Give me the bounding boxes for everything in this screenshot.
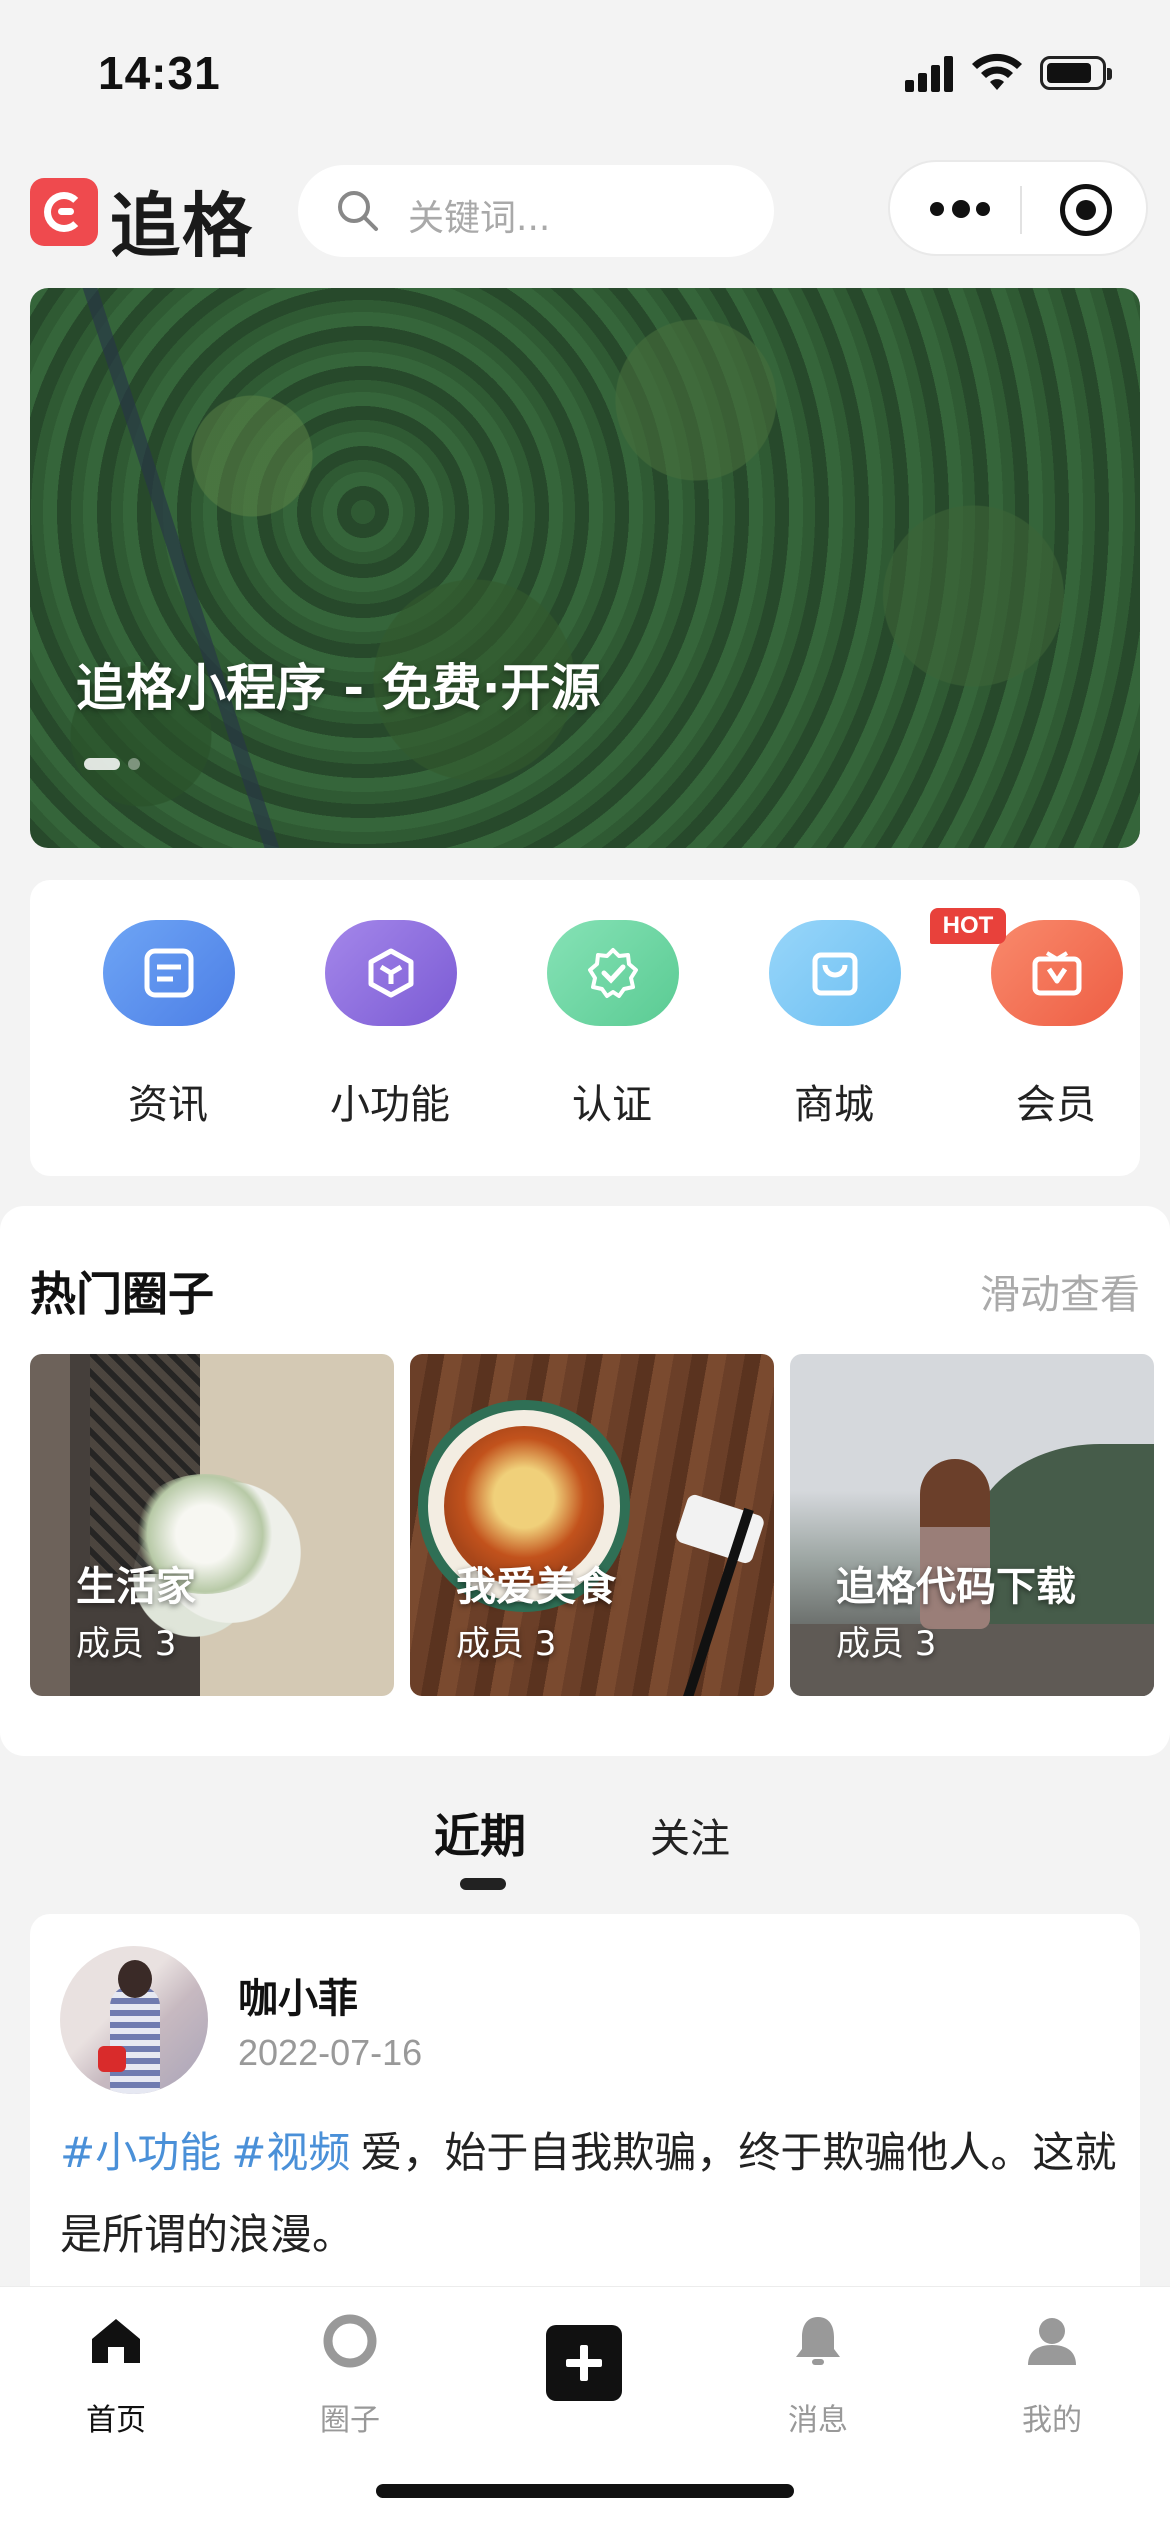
post-author[interactable]: 咖小菲 [238,1966,358,2024]
wifi-icon [972,53,1022,90]
circle-members: 成员 3 [456,1624,557,1664]
circle-members: 成员 3 [836,1624,937,1664]
signal-icon [905,56,957,92]
hot-circles-section: 热门圈子 滑动查看 生活家 成员 3 我爱美食 成员 3 追格代码下载 成员 3 [0,1206,1170,1756]
banner-carousel[interactable]: 追格小程序 - 免费·开源 [30,288,1140,848]
status-bar: 14:31 [0,0,1170,150]
card-image-hill [970,1444,1154,1644]
nav-label: 首页 [86,2403,146,2438]
post-date: 2022-07-16 [238,2032,423,2073]
avatar[interactable] [60,1946,208,2094]
quick-item-news[interactable]: 资讯 [68,920,268,1140]
tab-active-indicator [460,1878,506,1890]
nav-label: 消息 [788,2403,848,2438]
feed-tabs: 近期 关注 [0,1790,1170,1890]
nav-home[interactable]: 首页 [36,2313,196,2438]
app-logo-icon [30,178,98,246]
more-menu-icon[interactable] [930,200,990,218]
vip-card-icon [991,920,1123,1026]
circle-card-food[interactable]: 我爱美食 成员 3 [410,1354,774,1696]
circle-name: 生活家 [76,1564,196,1610]
user-icon [1028,2318,1076,2365]
verified-badge-icon [547,920,679,1026]
home-indicator [376,2484,794,2498]
circle-members: 成员 3 [76,1624,177,1664]
nav-label: 我的 [1022,2403,1082,2438]
avatar-head [118,1960,152,1998]
nav-label: 圈子 [320,2403,380,2438]
post-tag[interactable]: #小功能 [60,2128,221,2177]
battery-icon [1040,56,1112,90]
tab-recent[interactable]: 近期 [434,1800,526,1866]
avatar-bag [98,2046,126,2072]
cube-icon [325,920,457,1026]
search-placeholder: 关键词... [408,198,551,239]
section-title: 热门圈子 [30,1267,214,1321]
avatar-figure [110,1986,160,2094]
home-icon [92,2319,140,2363]
carousel-indicator-active[interactable] [84,758,120,770]
hot-badge: HOT [930,908,1006,944]
capsule-divider [1020,186,1022,234]
quick-item-label: 认证 [572,1082,652,1128]
nav-messages[interactable]: 消息 [738,2313,898,2438]
shopping-bag-icon [769,920,901,1026]
status-time: 14:31 [98,47,221,99]
circle-card-life[interactable]: 生活家 成员 3 [30,1354,394,1696]
search-input[interactable]: 关键词... [298,165,774,257]
quick-item-label: 资讯 [128,1082,208,1128]
quick-item-vip[interactable]: 会员 [956,920,1156,1140]
circle-icon [323,2314,377,2368]
circle-name: 我爱美食 [456,1564,616,1610]
close-mini-program-icon[interactable] [1060,184,1112,236]
add-post-button[interactable] [546,2325,622,2401]
banner-title: 追格小程序 - 免费·开源 [76,659,601,717]
search-icon [338,191,378,231]
nav-profile[interactable]: 我的 [972,2313,1132,2438]
tab-follow[interactable]: 关注 [650,1806,730,1864]
circle-card-code[interactable]: 追格代码下载 成员 3 [790,1354,1154,1696]
quick-item-label: 小功能 [330,1082,450,1128]
post-card[interactable]: 咖小菲 2022-07-16 #小功能 #视频 爱，始于自我欺骗，终于欺骗他人。这就… [30,1914,1140,2334]
nav-circles[interactable]: 圈子 [270,2313,430,2438]
post-content: #小功能 #视频 爱，始于自我欺骗，终于欺骗他人。这就是所谓的浪漫。 [60,2112,1120,2276]
post-tag[interactable]: #视频 [231,2128,350,2177]
brand-name: 追格 [110,185,254,267]
quick-item-label: 商城 [794,1082,874,1128]
quick-item-mall[interactable]: 商城 [734,920,934,1140]
section-more-hint: 滑动查看 [980,1272,1140,1318]
bell-icon [796,2317,840,2365]
card-image-chopstick-rest [674,1492,766,1566]
quick-item-verify[interactable]: 认证 [512,920,712,1140]
carousel-indicator[interactable] [128,758,140,770]
quick-item-features[interactable]: 小功能 [290,920,490,1140]
circle-name: 追格代码下载 [836,1564,1076,1610]
quick-item-label: 会员 [1016,1082,1096,1128]
news-icon [103,920,235,1026]
mini-program-capsule [888,160,1148,256]
